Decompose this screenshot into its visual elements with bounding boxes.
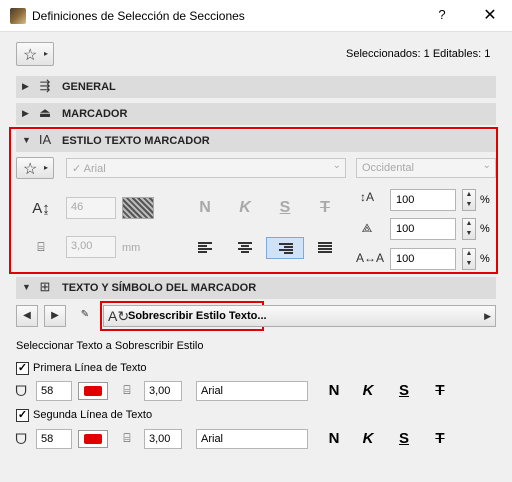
- override-section-label: Seleccionar Texto a Sobrescribir Estilo: [16, 340, 204, 352]
- section-marker-text-symbol[interactable]: ▼ ⊞ TEXTO Y SÍMBOLO DEL MARCADOR: [16, 277, 496, 299]
- expand-arrow-icon: ▶: [22, 81, 29, 91]
- chevron-down-icon: ⌄: [332, 160, 341, 171]
- align-left-button[interactable]: [186, 237, 224, 259]
- text-override-icon: A↻: [108, 308, 130, 324]
- strikethrough-style-button[interactable]: T: [314, 199, 336, 217]
- width-factor-field[interactable]: 100: [390, 189, 456, 211]
- chevron-down-icon: ⌄: [482, 160, 491, 171]
- section-title: MARCADOR: [62, 108, 128, 120]
- text-height-icon: ᗜ: [15, 383, 27, 399]
- window-title: Definiciones de Selección de Secciones: [32, 9, 245, 23]
- pen-color-swatch[interactable]: [122, 197, 154, 219]
- font-dropdown[interactable]: ✓ Arial ⌄: [66, 158, 346, 178]
- title-bar: Definiciones de Selección de Secciones ?…: [0, 0, 512, 32]
- second-line-strikethrough-button[interactable]: T: [430, 430, 450, 447]
- second-line-bold-button[interactable]: N: [324, 430, 344, 447]
- section-title: ESTILO TEXTO MARCADOR: [62, 135, 210, 147]
- text-symbol-icon: ⊞: [39, 279, 51, 294]
- align-center-button[interactable]: [226, 237, 264, 259]
- spacing-factor-field[interactable]: 100: [390, 218, 456, 240]
- collapse-arrow-icon: ▼: [22, 282, 31, 292]
- section-marker[interactable]: ▶ ⏏ MARCADOR: [16, 103, 496, 125]
- text-height-icon: ᗜ: [15, 431, 27, 447]
- italic-style-button[interactable]: K: [234, 199, 256, 217]
- text-width-field[interactable]: 3,00: [66, 236, 116, 258]
- align-justify-button[interactable]: [306, 237, 344, 259]
- first-line-font-field[interactable]: Arial: [196, 381, 308, 401]
- section-marker-text-style[interactable]: ▼ IA ESTILO TEXTO MARCADOR: [16, 130, 496, 152]
- text-favorites-button[interactable]: ☆ ▸: [16, 157, 54, 179]
- percent-label: %: [480, 253, 490, 265]
- percent-label: %: [480, 223, 490, 235]
- next-button[interactable]: ▶: [44, 305, 66, 327]
- unit-label: mm: [122, 242, 141, 254]
- underline-style-button[interactable]: S: [274, 199, 296, 217]
- align-justify-icon: [318, 242, 332, 253]
- help-button[interactable]: ?: [432, 7, 452, 25]
- caret-right-icon: ▶: [484, 311, 491, 321]
- second-line-underline-button[interactable]: S: [394, 430, 414, 447]
- caret-right-icon: ▸: [44, 49, 49, 58]
- section-title: TEXTO Y SÍMBOLO DEL MARCADOR: [62, 282, 257, 294]
- align-center-icon: [238, 242, 252, 253]
- override-text-style-button[interactable]: A↻ Sobrescribir Estilo Texto... ▶: [103, 305, 496, 327]
- first-line-width-field[interactable]: 3,00: [144, 381, 182, 401]
- section-general[interactable]: ▶ ⇶ GENERAL: [16, 76, 496, 98]
- width-factor-icon: ↕A: [359, 190, 374, 204]
- second-line-width-field[interactable]: 3,00: [144, 429, 182, 449]
- second-line-height-field[interactable]: 58: [36, 429, 72, 449]
- text-height-icon: A↨: [32, 200, 50, 217]
- script-dropdown[interactable]: Occidental ⌄: [356, 158, 496, 178]
- second-line-label: Segunda Línea de Texto: [33, 409, 153, 421]
- baseline-factor-field[interactable]: 100: [390, 248, 456, 270]
- baseline-factor-spinner[interactable]: ▲ ▼: [462, 248, 476, 270]
- text-style-icon: IA: [38, 132, 52, 147]
- first-line-underline-button[interactable]: S: [394, 382, 414, 399]
- star-icon: ☆: [23, 161, 38, 178]
- first-line-pen-swatch[interactable]: [78, 382, 108, 400]
- first-line-italic-button[interactable]: K: [358, 382, 378, 399]
- script-value: Occidental: [362, 162, 414, 174]
- second-line-italic-button[interactable]: K: [358, 430, 378, 447]
- text-width-icon: ⌸: [123, 431, 131, 445]
- general-settings-icon: ⇶: [39, 78, 51, 93]
- text-width-icon: ⌸: [37, 240, 45, 254]
- spacing-factor-spinner[interactable]: ▲ ▼: [462, 218, 476, 240]
- font-value: ✓ Arial: [72, 163, 106, 175]
- bold-style-button[interactable]: N: [194, 199, 216, 217]
- edit-text-icon[interactable]: ✎: [74, 305, 96, 327]
- spacing-factor-icon: ⟁: [361, 221, 373, 235]
- first-line-bold-button[interactable]: N: [324, 382, 344, 399]
- section-title: GENERAL: [62, 81, 116, 93]
- close-button[interactable]: ✕: [478, 5, 502, 25]
- align-right-button[interactable]: [266, 237, 304, 259]
- text-width-icon: ⌸: [123, 383, 131, 397]
- collapse-arrow-icon: ▼: [22, 135, 31, 145]
- favorites-button[interactable]: ☆ ▸: [16, 42, 54, 66]
- text-height-field[interactable]: 46: [66, 197, 116, 219]
- marker-icon: ⏏: [38, 105, 52, 120]
- first-line-strikethrough-button[interactable]: T: [430, 382, 450, 399]
- app-icon: [10, 8, 26, 24]
- first-line-label: Primera Línea de Texto: [33, 362, 147, 374]
- second-line-checkbox[interactable]: ✓: [16, 409, 29, 422]
- star-icon: ☆: [23, 47, 38, 64]
- expand-arrow-icon: ▶: [22, 108, 29, 118]
- second-line-pen-swatch[interactable]: [78, 430, 108, 448]
- first-line-height-field[interactable]: 58: [36, 381, 72, 401]
- first-line-checkbox[interactable]: ✓: [16, 362, 29, 375]
- caret-right-icon: ▸: [44, 163, 49, 172]
- align-left-icon: [198, 242, 212, 253]
- baseline-factor-icon: A↔A: [356, 251, 385, 265]
- override-label: Sobrescribir Estilo Texto...: [128, 310, 267, 322]
- selection-status: Seleccionados: 1 Editables: 1: [346, 48, 491, 60]
- second-line-font-field[interactable]: Arial: [196, 429, 308, 449]
- width-factor-spinner[interactable]: ▲ ▼: [462, 189, 476, 211]
- percent-label: %: [480, 194, 490, 206]
- previous-button[interactable]: ◀: [16, 305, 38, 327]
- align-right-icon: [279, 243, 293, 254]
